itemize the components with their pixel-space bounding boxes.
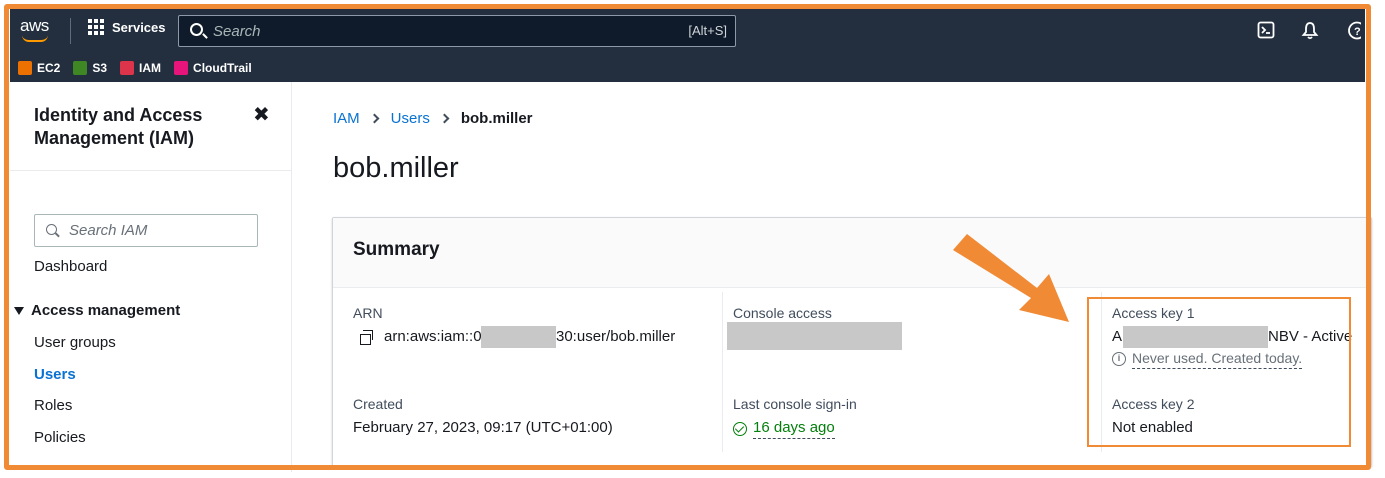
arn-redaction — [481, 326, 556, 348]
search-shortcut-hint: [Alt+S] — [688, 23, 727, 38]
svg-text:?: ? — [1354, 26, 1361, 38]
sidebar-item-roles[interactable]: Roles — [34, 397, 72, 414]
console-access-redaction — [727, 322, 902, 350]
cloudshell-icon[interactable] — [1255, 18, 1277, 42]
help-icon[interactable]: ? — [1343, 18, 1365, 42]
favorite-iam[interactable]: IAM — [120, 61, 161, 75]
caret-down-icon — [14, 306, 24, 315]
copy-icon[interactable] — [360, 330, 373, 345]
iam-search[interactable] — [34, 214, 258, 247]
chevron-right-icon — [439, 113, 450, 124]
iam-sidebar: Identity and Access Management (IAM) ✖ D… — [10, 82, 292, 472]
column-divider — [722, 292, 723, 452]
iam-search-input[interactable] — [69, 220, 249, 240]
aws-logo-text: aws — [20, 16, 49, 35]
sidebar-title-line1: Identity and Access — [34, 105, 203, 125]
last-signin-value[interactable]: 16 days ago — [753, 419, 835, 439]
nav-divider — [70, 18, 71, 44]
sidebar-divider — [10, 170, 291, 171]
sidebar-item-dashboard[interactable]: Dashboard — [34, 258, 107, 275]
arn-label: ARN — [353, 305, 383, 321]
close-icon[interactable]: ✖ — [253, 102, 270, 127]
bell-icon[interactable] — [1299, 18, 1321, 42]
last-signin-label: Last console sign-in — [733, 396, 857, 412]
page-title: bob.miller — [333, 152, 459, 184]
created-label: Created — [353, 396, 403, 412]
check-circle-icon — [733, 422, 747, 436]
grid-icon — [88, 19, 104, 35]
services-menu-button[interactable]: Services — [88, 19, 166, 35]
global-search[interactable]: [Alt+S] — [178, 15, 736, 47]
favorites-bar: EC2 S3 IAM CloudTrail — [10, 54, 1365, 82]
sidebar-item-policies[interactable]: Policies — [34, 429, 86, 446]
cloudtrail-icon — [174, 61, 189, 75]
sidebar-section-access-management[interactable]: Access management — [14, 302, 180, 319]
favorite-cloudtrail[interactable]: CloudTrail — [174, 61, 252, 75]
console-access-label: Console access — [733, 305, 832, 321]
s3-icon — [73, 61, 88, 75]
summary-heading: Summary — [353, 239, 440, 260]
sidebar-title[interactable]: Identity and Access Management (IAM) — [34, 104, 202, 150]
sidebar-item-users[interactable]: Users — [34, 366, 76, 383]
top-navigation-bar: aws Services [Alt+S] ? — [10, 9, 1365, 54]
favorite-label: IAM — [139, 61, 162, 75]
arn-prefix: arn:aws:iam::0 — [384, 328, 482, 345]
breadcrumb: IAM Users bob.miller — [333, 110, 533, 127]
breadcrumb-iam[interactable]: IAM — [333, 110, 360, 127]
summary-header: Summary — [333, 218, 1371, 288]
search-icon — [190, 23, 203, 36]
aws-logo[interactable]: aws — [20, 16, 49, 42]
favorite-ec2[interactable]: EC2 — [18, 61, 60, 75]
global-search-input[interactable] — [213, 21, 653, 41]
chevron-right-icon — [369, 113, 380, 124]
sidebar-title-line2: Management (IAM) — [34, 128, 195, 148]
iam-icon — [120, 61, 135, 75]
favorite-label: S3 — [92, 61, 108, 75]
search-icon — [46, 224, 57, 235]
annotation-arrow-icon — [953, 234, 1069, 322]
created-value: February 27, 2023, 09:17 (UTC+01:00) — [353, 419, 613, 436]
favorite-label: EC2 — [37, 61, 61, 75]
breadcrumb-current: bob.miller — [460, 110, 533, 127]
favorite-label: CloudTrail — [193, 61, 252, 75]
ec2-icon — [18, 61, 32, 75]
arn-suffix: 30:user/bob.miller — [556, 328, 676, 345]
access-key-highlight-box — [1087, 297, 1351, 447]
sidebar-section-label: Access management — [31, 302, 181, 319]
sidebar-item-user-groups[interactable]: User groups — [34, 334, 116, 351]
breadcrumb-users[interactable]: Users — [391, 110, 430, 127]
favorite-s3[interactable]: S3 — [73, 61, 107, 75]
services-label: Services — [112, 19, 166, 35]
